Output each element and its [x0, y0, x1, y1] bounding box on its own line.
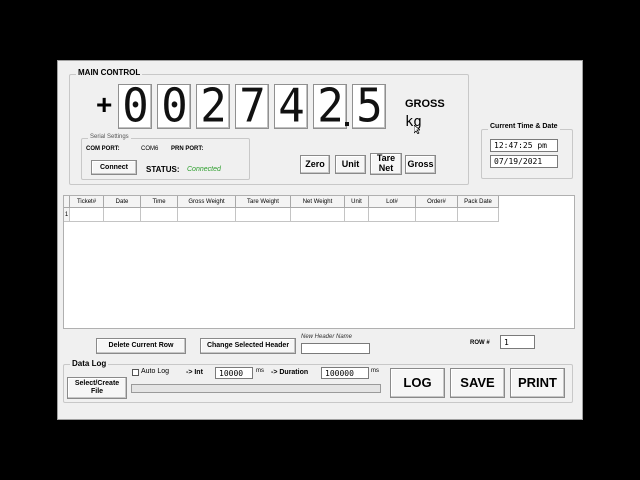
- column-header-gross-weight[interactable]: Gross Weight: [178, 196, 236, 208]
- table-cell[interactable]: [236, 208, 291, 222]
- table-cell[interactable]: [70, 208, 104, 222]
- table-cell[interactable]: [458, 208, 499, 222]
- table-cell[interactable]: [416, 208, 458, 222]
- com-port-label: COM PORT:: [86, 146, 120, 152]
- tare-net-button[interactable]: Tare Net: [370, 153, 402, 175]
- decimal-point: [345, 122, 349, 126]
- connect-button[interactable]: Connect: [91, 160, 137, 175]
- weight-digit-4: 7: [235, 84, 269, 129]
- select-create-file-button[interactable]: Select/Create File: [67, 377, 127, 399]
- weight-digit-7: 5: [352, 84, 386, 129]
- duration-input[interactable]: 100000: [321, 367, 369, 379]
- duration-label: -> Duration: [271, 369, 309, 376]
- auto-log-label: Auto Log: [141, 368, 170, 375]
- table-cell[interactable]: [141, 208, 178, 222]
- int-label: -> Int: [186, 369, 203, 376]
- int-unit: ms: [256, 368, 264, 374]
- delete-row-button[interactable]: Delete Current Row: [96, 338, 186, 354]
- gross-button[interactable]: Gross: [405, 155, 436, 174]
- unit-button[interactable]: Unit: [335, 155, 366, 174]
- table-cell[interactable]: [104, 208, 141, 222]
- row-number-label: ROW #: [470, 340, 490, 346]
- print-button[interactable]: PRINT: [510, 368, 565, 398]
- auto-log-checkbox[interactable]: [132, 369, 139, 376]
- log-progress-bar: [131, 384, 381, 393]
- weight-digit-1: 0: [118, 84, 152, 129]
- table-cell[interactable]: [369, 208, 416, 222]
- new-header-label: New Header Name: [301, 334, 353, 340]
- column-header-time[interactable]: Time: [141, 196, 178, 208]
- column-header-tare-weight[interactable]: Tare Weight: [236, 196, 291, 208]
- date-display: 07/19/2021: [490, 155, 558, 168]
- save-button[interactable]: SAVE: [450, 368, 505, 398]
- table-header-row: Ticket# Date Time Gross Weight Tare Weig…: [64, 196, 499, 208]
- main-control-title: MAIN CONTROL: [76, 68, 143, 77]
- weight-digit-3: 2: [196, 84, 230, 129]
- duration-unit: ms: [371, 368, 379, 374]
- column-header-pack-date[interactable]: Pack Date: [458, 196, 499, 208]
- status-label: STATUS:: [146, 165, 180, 174]
- tare-net-label-2: Net: [378, 163, 394, 173]
- serial-settings-title: Serial Settings: [88, 134, 131, 140]
- clock-group: Current Time & Date: [481, 123, 573, 179]
- status-value: Connected: [187, 166, 221, 173]
- file-label: File: [90, 388, 104, 395]
- new-header-input[interactable]: [301, 343, 370, 354]
- clock-title: Current Time & Date: [488, 123, 560, 130]
- com-port-value[interactable]: COM6: [141, 146, 158, 152]
- weight-digit-2: 0: [157, 84, 191, 129]
- weight-mode: GROSS: [405, 98, 445, 110]
- column-header-date[interactable]: Date: [104, 196, 141, 208]
- int-input[interactable]: 10000: [215, 367, 253, 379]
- column-header-unit[interactable]: Unit: [345, 196, 369, 208]
- table-cell[interactable]: [178, 208, 236, 222]
- column-header-order[interactable]: Order#: [416, 196, 458, 208]
- column-header-ticket[interactable]: Ticket#: [70, 196, 104, 208]
- data-table[interactable]: Ticket# Date Time Gross Weight Tare Weig…: [63, 195, 575, 329]
- change-header-button[interactable]: Change Selected Header: [200, 338, 296, 354]
- weight-sign: +: [96, 89, 113, 120]
- weight-digit-6: 2: [313, 84, 347, 129]
- table-cell[interactable]: [291, 208, 345, 222]
- column-header-net-weight[interactable]: Net Weight: [291, 196, 345, 208]
- row-number-input[interactable]: 1: [500, 335, 535, 349]
- log-button[interactable]: LOG: [390, 368, 445, 398]
- table-row[interactable]: 1: [64, 208, 499, 222]
- zero-button[interactable]: Zero: [300, 155, 330, 174]
- select-create-label: Select/Create: [74, 380, 120, 388]
- mouse-cursor-icon: [414, 125, 420, 134]
- time-display: 12:47:25 pm: [490, 139, 558, 152]
- column-header-lot[interactable]: Lot#: [369, 196, 416, 208]
- data-log-title: Data Log: [70, 359, 109, 368]
- prn-port-label: PRN PORT:: [171, 146, 204, 152]
- table-cell[interactable]: [345, 208, 369, 222]
- weight-digit-5: 4: [274, 84, 308, 129]
